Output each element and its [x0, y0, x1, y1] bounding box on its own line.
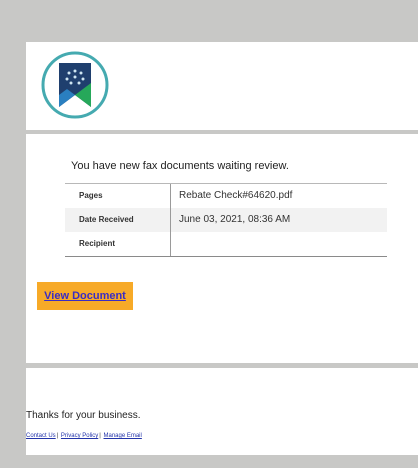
privacy-policy-link[interactable]: Privacy Policy [61, 433, 98, 439]
link-separator: | [56, 433, 59, 439]
document-details-table: Pages Rebate Check#64620.pdf Date Receiv… [65, 183, 387, 257]
date-received-label: Date Received [65, 208, 171, 232]
contact-us-link[interactable]: Contact Us [26, 433, 56, 439]
message-panel: You have new fax documents waiting revie… [26, 134, 418, 363]
link-separator: | [99, 433, 101, 439]
table-row: Pages Rebate Check#64620.pdf [65, 184, 387, 208]
bookmark-shield-logo-icon [41, 51, 109, 119]
table-row: Recipient [65, 232, 387, 256]
manage-email-link[interactable]: Manage Email [104, 433, 142, 439]
date-received-value: June 03, 2021, 08:36 AM [179, 214, 291, 225]
fax-message: You have new fax documents waiting revie… [71, 160, 289, 172]
recipient-label: Recipient [65, 232, 171, 256]
footer-links: Contact Us| Privacy Policy| Manage Email [26, 433, 142, 439]
email-frame: You have new fax documents waiting revie… [14, 14, 418, 468]
thanks-text: Thanks for your business. [26, 410, 141, 421]
table-row: Date Received June 03, 2021, 08:36 AM [65, 208, 387, 232]
pages-value: Rebate Check#64620.pdf [179, 190, 293, 201]
recipient-value [171, 232, 179, 256]
pages-label: Pages [65, 184, 171, 208]
view-document-button[interactable]: View Document [37, 282, 133, 310]
footer-panel: Thanks for your business. Contact Us| Pr… [26, 368, 418, 455]
logo-panel [26, 42, 418, 130]
